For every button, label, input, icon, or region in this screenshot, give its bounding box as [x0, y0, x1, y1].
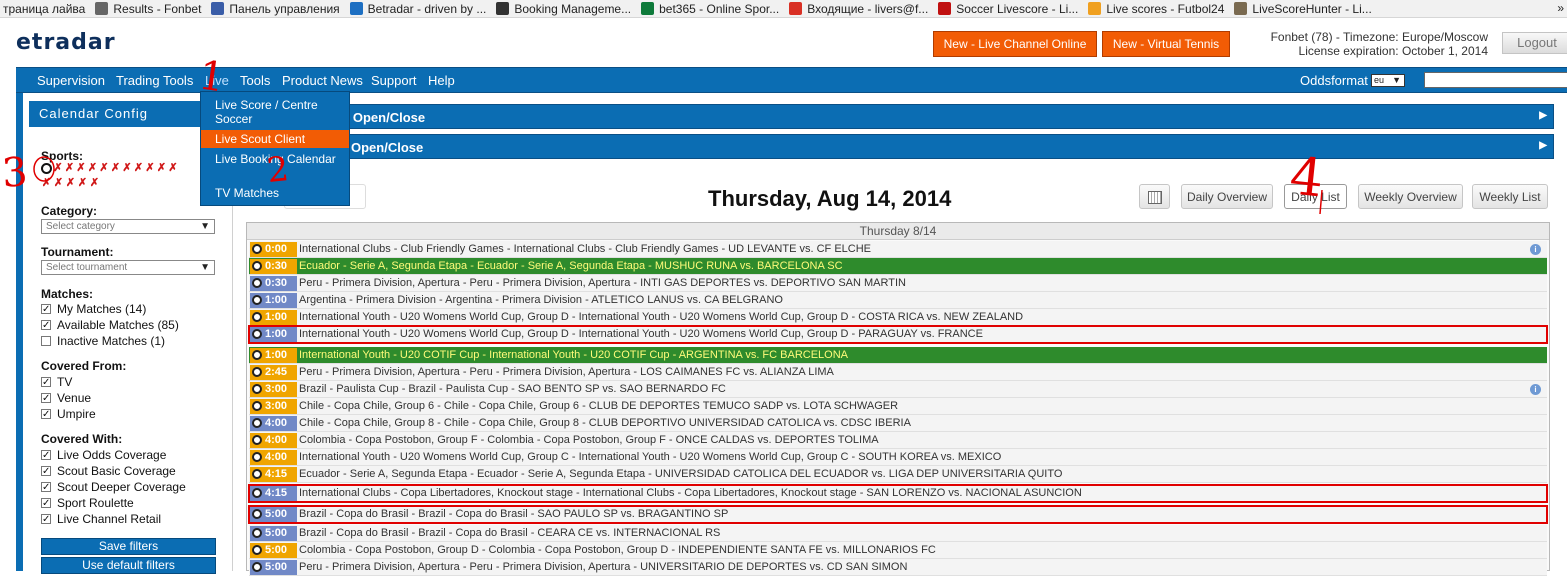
- annotation-circle: [33, 156, 55, 182]
- annotation-line: [1319, 189, 1323, 215]
- annotation-strokes: [33, 156, 1323, 215]
